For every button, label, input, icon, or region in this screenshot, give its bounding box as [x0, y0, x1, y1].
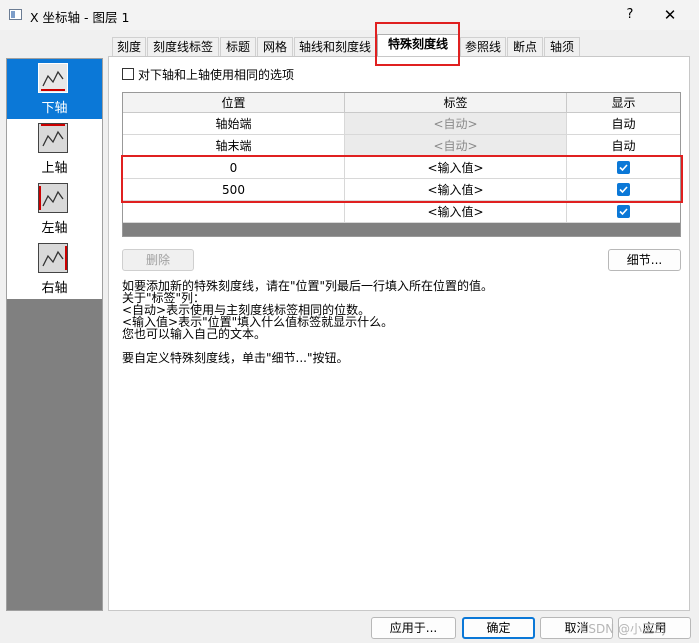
- axis-icon: [38, 123, 68, 153]
- axis-icon: [38, 183, 68, 213]
- tab-title[interactable]: 标题: [220, 37, 256, 56]
- grid-empty-area: [123, 223, 680, 236]
- axis-label: 左轴: [41, 221, 68, 236]
- delete-button[interactable]: 删除: [122, 249, 194, 271]
- axis-icon: [38, 243, 68, 273]
- grid-cell-position[interactable]: 轴始端: [123, 113, 345, 135]
- app-icon: [9, 9, 22, 20]
- tab-highlight-box: [375, 22, 460, 66]
- same-options-checkbox[interactable]: [122, 68, 134, 80]
- help-icon[interactable]: ?: [620, 5, 640, 25]
- axis-item-left[interactable]: 左轴: [7, 179, 102, 239]
- tab-grid[interactable]: 网格: [257, 37, 293, 56]
- tab-breaks[interactable]: 断点: [507, 37, 543, 56]
- axis-label: 右轴: [41, 281, 68, 296]
- axis-icon: [38, 63, 68, 93]
- axis-label: 下轴: [41, 101, 68, 116]
- tab-scale[interactable]: 刻度: [112, 37, 146, 56]
- axis-item-top[interactable]: 上轴: [7, 119, 102, 179]
- grid-header-label[interactable]: 标签: [345, 93, 567, 113]
- tab-tick-labels[interactable]: 刻度线标签: [147, 37, 219, 56]
- details-button[interactable]: 细节...: [608, 249, 681, 271]
- apply-to-button[interactable]: 应用于...: [371, 617, 456, 639]
- close-icon[interactable]: ✕: [660, 5, 680, 25]
- help-line: 您也可以输入自己的文本。: [122, 327, 267, 341]
- grid-header-position[interactable]: 位置: [123, 93, 345, 113]
- tab-reference-lines[interactable]: 参照线: [460, 37, 506, 56]
- grid-cell-display[interactable]: 自动: [567, 135, 680, 157]
- grid-cell-position[interactable]: [123, 201, 345, 223]
- window-title: X 坐标轴 - 图层 1: [30, 10, 130, 25]
- axis-item-bottom[interactable]: 下轴: [7, 59, 102, 119]
- rows-highlight-box: [121, 155, 683, 203]
- help-line: 要自定义特殊刻度线，单击"细节..."按钮。: [122, 351, 349, 365]
- tab-rug[interactable]: 轴须: [544, 37, 580, 56]
- check-icon[interactable]: [617, 205, 630, 218]
- same-options-label: 对下轴和上轴使用相同的选项: [138, 68, 295, 82]
- axis-item-right[interactable]: 右轴: [7, 239, 102, 299]
- watermark: CSDN @小王Zj: [580, 622, 666, 636]
- grid-cell-label: <自动>: [345, 135, 567, 157]
- tab-axis-ticks[interactable]: 轴线和刻度线: [294, 37, 376, 56]
- axis-label: 上轴: [41, 161, 68, 176]
- grid-header-display[interactable]: 显示: [567, 93, 680, 113]
- grid-cell-display[interactable]: [567, 201, 680, 223]
- grid-cell-label: <自动>: [345, 113, 567, 135]
- grid-cell-position[interactable]: 轴末端: [123, 135, 345, 157]
- grid-cell-display[interactable]: 自动: [567, 113, 680, 135]
- ok-button[interactable]: 确定: [462, 617, 535, 639]
- grid-cell-label[interactable]: <输入值>: [345, 201, 567, 223]
